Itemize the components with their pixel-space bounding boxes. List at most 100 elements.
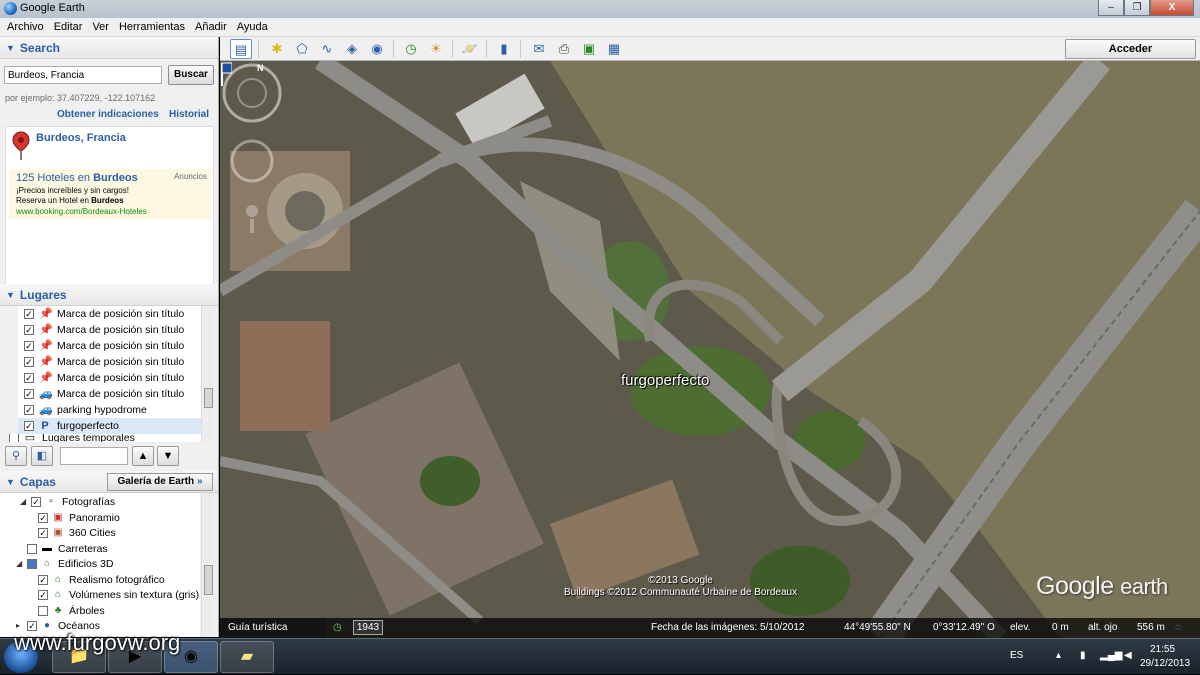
layer-item[interactable]: ◢ ⌂ Edificios 3D	[16, 556, 113, 571]
tour-guide-button[interactable]: Guía turística	[220, 618, 326, 638]
expand-triangle-icon[interactable]: ▸	[16, 621, 24, 630]
checkbox[interactable]: ✓	[24, 325, 34, 335]
checkbox[interactable]: ✓	[24, 357, 34, 367]
scrollbar-thumb[interactable]	[204, 388, 213, 408]
sign-in-button[interactable]: Acceder	[1065, 39, 1196, 59]
sidebar-toggle-button[interactable]: ▤	[230, 39, 252, 59]
layer-item[interactable]: ▬ Carreteras	[27, 541, 108, 556]
signal-icon[interactable]: ▂▄▆	[1100, 650, 1122, 661]
expand-triangle-icon[interactable]: ◢	[16, 559, 24, 568]
checkbox[interactable]	[27, 558, 37, 569]
ad-url[interactable]: www.booking.com/Bordeaux-Hoteles	[16, 207, 147, 216]
menu-anadir[interactable]: Añadir	[190, 21, 232, 33]
directions-link[interactable]: Obtener indicaciones	[57, 109, 159, 120]
historical-imagery-button[interactable]: ◷	[400, 39, 422, 59]
move-joystick[interactable]	[230, 139, 274, 183]
checkbox[interactable]: ✓	[31, 496, 41, 507]
add-placemark-button[interactable]: ✱	[266, 39, 288, 59]
checkbox[interactable]: ✓	[38, 589, 48, 600]
scrollbar-thumb[interactable]	[204, 565, 213, 595]
list-item[interactable]: ✓ 🚙 Marca de posición sin título	[18, 386, 201, 402]
checkbox[interactable]	[38, 605, 48, 616]
close-button[interactable]: X	[1150, 0, 1194, 16]
ad-headline[interactable]: 125 Hoteles en Burdeos	[16, 172, 138, 184]
layer-item[interactable]: ✓ ▣ Panoramio	[38, 510, 120, 525]
search-button[interactable]: Buscar	[168, 65, 214, 85]
ruler-button[interactable]: ▮	[493, 39, 515, 59]
add-polygon-button[interactable]: ⬠	[291, 39, 313, 59]
layer-item[interactable]: ♣ Árboles	[38, 603, 105, 618]
historical-clock-icon[interactable]: ◷	[333, 622, 342, 633]
checkbox[interactable]: ✓	[24, 405, 34, 415]
tray-arrow-icon[interactable]: ▴	[1056, 650, 1061, 661]
clock-date[interactable]: 29/12/2013	[1140, 658, 1190, 669]
menu-archivo[interactable]: Archivo	[2, 21, 49, 33]
layer-item[interactable]: ✓ ▣ 360 Cities	[38, 525, 116, 540]
checkbox[interactable]: ✓	[38, 512, 48, 523]
places-panel-header[interactable]: ▼ Lugares	[0, 284, 218, 306]
north-indicator[interactable]: N	[257, 63, 264, 73]
menu-herramientas[interactable]: Herramientas	[114, 21, 190, 33]
save-image-button[interactable]: ▣	[578, 39, 600, 59]
volume-icon[interactable]: ◀	[1124, 650, 1132, 661]
checkbox[interactable]	[9, 434, 19, 442]
checkbox[interactable]: ✓	[24, 389, 34, 399]
record-tour-button[interactable]: ◉	[366, 39, 388, 59]
menu-ver[interactable]: Ver	[87, 21, 114, 33]
pegman-icon[interactable]	[246, 205, 258, 217]
expand-triangle-icon[interactable]: ◢	[20, 497, 28, 506]
email-button[interactable]: ✉	[528, 39, 550, 59]
placemark-label[interactable]: furgoperfecto	[621, 372, 709, 389]
checkbox[interactable]	[27, 543, 37, 554]
places-filter-input[interactable]	[60, 447, 128, 465]
search-input[interactable]	[4, 66, 162, 84]
search-places-button[interactable]: ⚲	[5, 446, 27, 466]
layer-item[interactable]: ✓ ⌂ Realismo fotográfico	[38, 572, 165, 587]
checkbox[interactable]: ✓	[24, 341, 34, 351]
checkbox[interactable]: ✓	[24, 421, 34, 431]
switch-planet-button[interactable]: 🪐	[459, 39, 481, 59]
add-path-button[interactable]: ∿	[316, 39, 338, 59]
list-item[interactable]: ✓ 📌 Marca de posición sin título	[18, 370, 201, 386]
layer-item[interactable]: ◢ ✓ ▫ Fotografías	[20, 494, 115, 509]
move-up-button[interactable]: ▲	[132, 446, 154, 466]
list-item[interactable]: ▭ Lugares temporales	[3, 434, 186, 442]
menu-editar[interactable]: Editar	[49, 21, 88, 33]
checkbox[interactable]: ✓	[38, 527, 48, 538]
checkbox[interactable]: ✓	[24, 373, 34, 383]
checkbox[interactable]: ✓	[38, 574, 48, 585]
view-in-maps-button[interactable]: ▦	[603, 39, 625, 59]
checkbox[interactable]: ✓	[27, 620, 37, 631]
battery-icon[interactable]: ▮	[1080, 650, 1086, 661]
list-item[interactable]: ✓ 📌 Marca de posición sin título	[18, 338, 201, 354]
checkbox[interactable]: ✓	[24, 309, 34, 319]
imagery-year-badge[interactable]: 1943	[353, 620, 383, 635]
minimize-button[interactable]: –	[1098, 0, 1124, 16]
list-item-selected[interactable]: ✓ Pfurgoperfecto	[18, 418, 201, 434]
clock-time[interactable]: 21:55	[1150, 644, 1175, 655]
taskbar-sticky-notes[interactable]: ▰	[220, 641, 274, 673]
sunlight-button[interactable]: ☀	[425, 39, 447, 59]
maximize-button[interactable]: ❐	[1124, 0, 1150, 16]
print-button[interactable]: ⎙	[553, 39, 575, 59]
move-down-button[interactable]: ▼	[157, 446, 179, 466]
map-view[interactable]: furgoperfecto ©2013 Google Buildings ©20…	[220, 61, 1200, 638]
result-title[interactable]: Burdeos, Francia	[36, 132, 126, 144]
menu-ayuda[interactable]: Ayuda	[232, 21, 273, 33]
layers-scrollbar[interactable]	[201, 493, 214, 637]
add-overlay-button[interactable]: ◈	[341, 39, 363, 59]
sponsored-ad[interactable]: 125 Hoteles en Burdeos Anuncios ¡Precios…	[9, 169, 211, 219]
history-link[interactable]: Historial	[169, 109, 209, 120]
list-item[interactable]: ✓ 📌 Marca de posición sin título	[18, 354, 201, 370]
toggle-panel-button[interactable]: ◧	[31, 446, 53, 466]
places-scrollbar[interactable]	[201, 306, 214, 442]
earth-gallery-button[interactable]: Galería de Earth »	[107, 473, 213, 491]
list-item[interactable]: ✓ 📌 Marca de posición sin título	[18, 306, 201, 322]
list-item[interactable]: ✓ 📌 Marca de posición sin título	[18, 322, 201, 338]
look-joystick[interactable]	[222, 63, 282, 123]
language-indicator[interactable]: ES	[1010, 650, 1023, 661]
search-panel-header[interactable]: ▼ Search	[0, 37, 218, 59]
layer-item[interactable]: ✓ ⌂ Volúmenes sin textura (gris)	[38, 587, 199, 602]
list-item[interactable]: ✓ 🚙 parking hypodrome	[18, 402, 201, 418]
navigation-controls[interactable]: N	[220, 61, 284, 261]
